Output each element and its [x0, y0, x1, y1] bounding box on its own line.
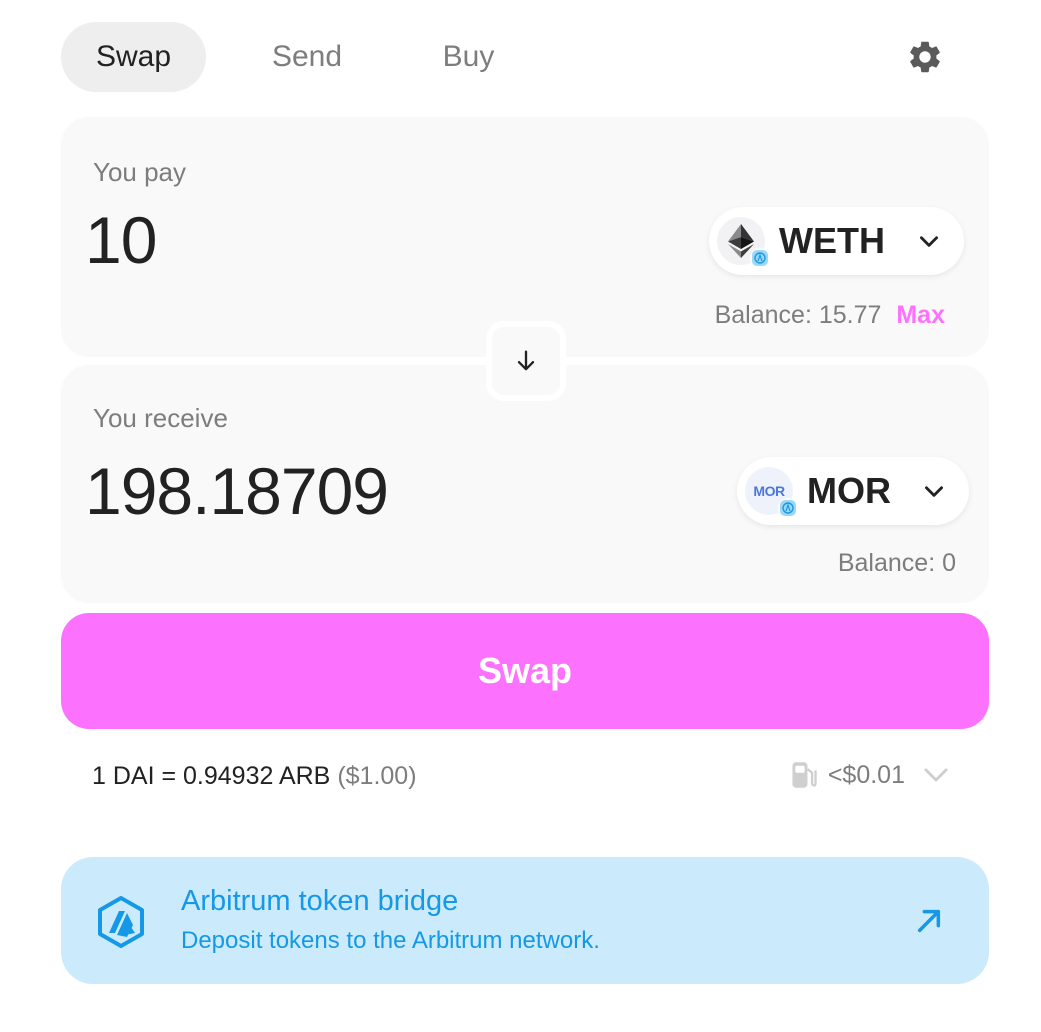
arbitrum-logo-icon	[98, 896, 144, 948]
receive-label: You receive	[93, 403, 228, 433]
pay-balance-label: Balance:	[714, 301, 812, 329]
mor-logo-text: MOR	[753, 483, 785, 499]
receive-token-selector[interactable]: MOR MOR	[737, 457, 969, 525]
receive-amount-input[interactable]: 198.18709	[85, 453, 389, 529]
gear-icon[interactable]	[906, 38, 944, 76]
receive-balance-label: Balance:	[837, 549, 936, 577]
mor-token-icon: MOR	[745, 467, 798, 518]
swap-button[interactable]: Swap	[61, 613, 989, 729]
bridge-subtitle: Deposit tokens to the Arbitrum network.	[181, 927, 600, 954]
arrow-down-icon	[517, 350, 535, 371]
receive-token-symbol: MOR	[807, 470, 891, 511]
chevron-down-icon	[925, 486, 943, 497]
chevron-down-icon	[920, 236, 938, 247]
pay-balance-value: 15.77	[818, 301, 882, 329]
chevron-down-icon	[924, 768, 948, 782]
swap-tabs: Swap Send Buy	[61, 22, 980, 92]
tab-send[interactable]: Send	[251, 22, 363, 92]
arbitrum-badge-icon	[778, 498, 798, 518]
pay-token-symbol: WETH	[779, 220, 885, 261]
swap-button-label: Swap	[477, 650, 573, 691]
eth-icon	[717, 217, 770, 268]
arbitrum-badge-icon	[750, 248, 770, 268]
pay-token-selector[interactable]: WETH	[709, 207, 964, 275]
arrow-up-right-icon	[917, 909, 941, 933]
receive-balance: Balance: 0	[838, 549, 956, 578]
receive-balance-value: 0	[942, 549, 956, 577]
exchange-rate[interactable]: 1 DAI = 0.94932 ARB ($1.00)	[92, 762, 417, 791]
pay-amount-input[interactable]: 10	[85, 202, 157, 278]
gas-pump-icon	[792, 762, 817, 788]
gas-fee-toggle[interactable]: <$0.01	[790, 760, 951, 790]
rate-usd: ($1.00)	[337, 762, 417, 790]
switch-tokens-button[interactable]	[486, 321, 566, 401]
tab-buy[interactable]: Buy	[421, 22, 516, 92]
tab-swap[interactable]: Swap	[61, 22, 206, 92]
arbitrum-bridge-banner[interactable]: Arbitrum token bridge Deposit tokens to …	[61, 857, 989, 984]
rate-text: 1 DAI = 0.94932 ARB	[92, 762, 331, 790]
bridge-title: Arbitrum token bridge	[181, 885, 459, 917]
pay-label: You pay	[93, 157, 187, 187]
pay-balance: Balance: 15.77 Max	[715, 301, 945, 330]
gas-fee-value: <$0.01	[827, 760, 905, 789]
max-button[interactable]: Max	[896, 301, 945, 329]
